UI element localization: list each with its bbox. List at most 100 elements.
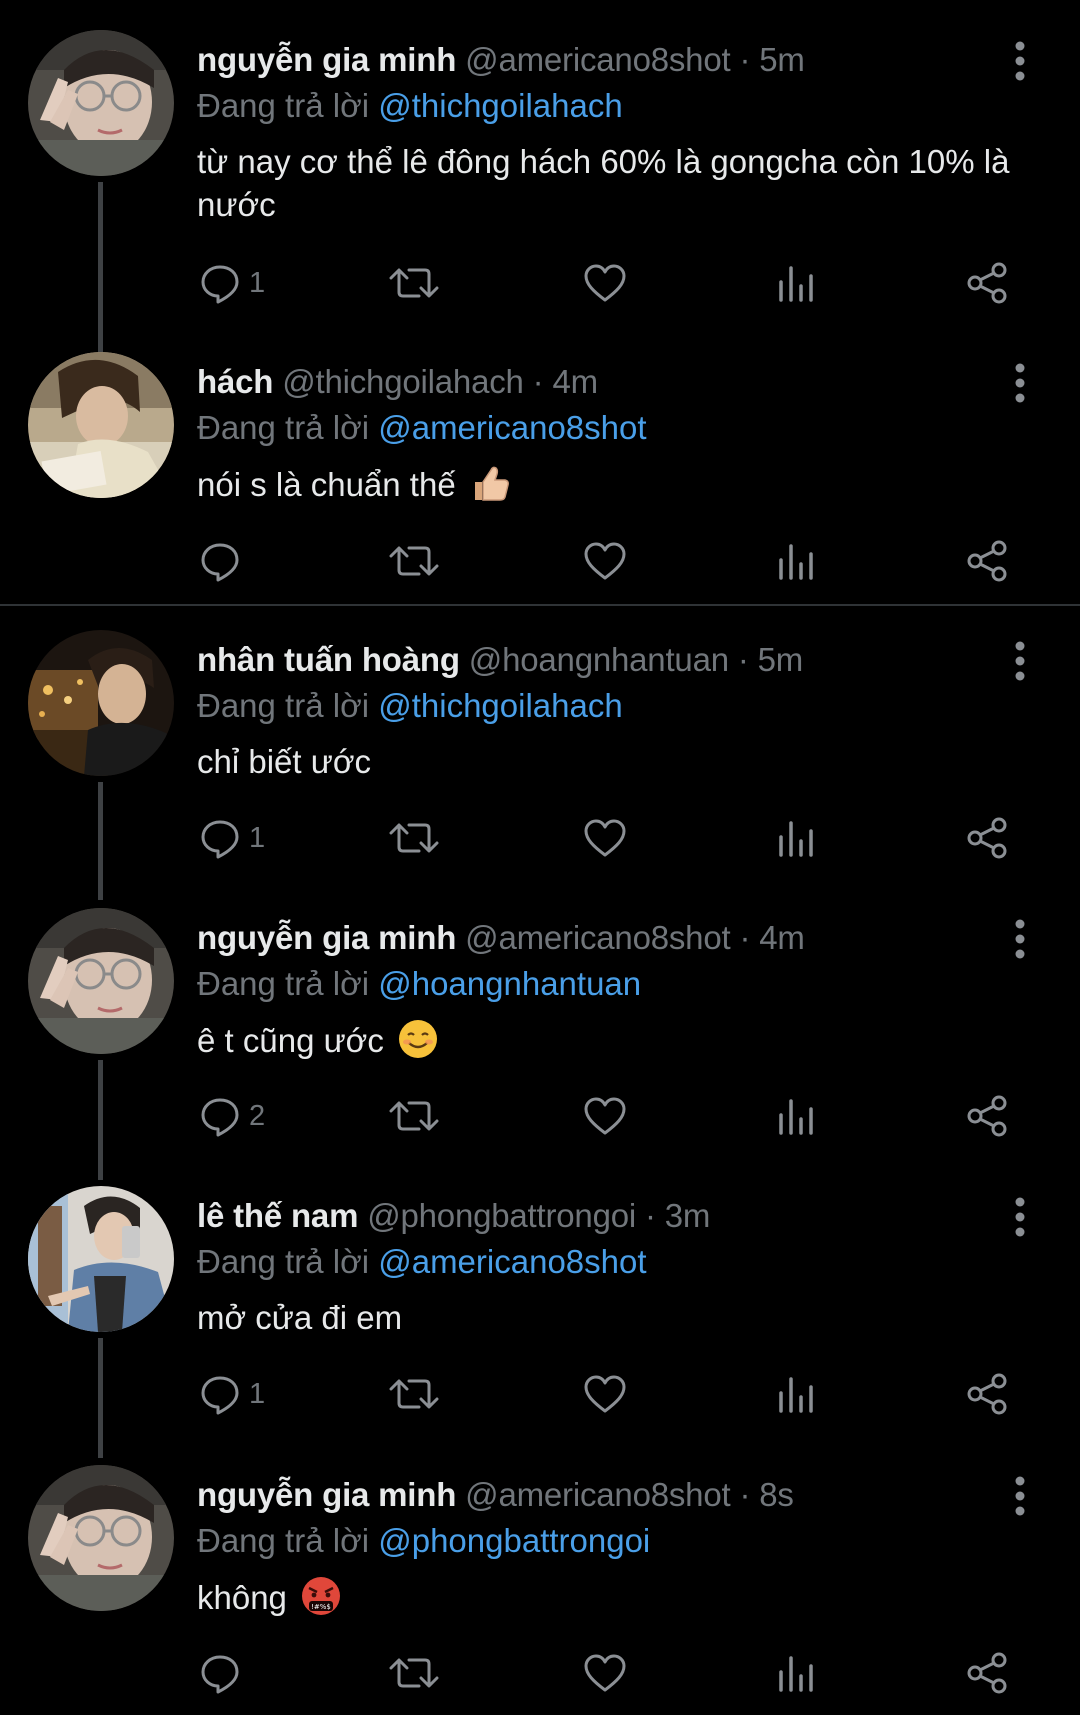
- retweet-button[interactable]: [389, 253, 439, 313]
- display-name[interactable]: hách: [197, 363, 273, 400]
- user-handle[interactable]: @americano8shot: [465, 919, 731, 956]
- timestamp[interactable]: 4m: [759, 919, 805, 956]
- like-button[interactable]: [583, 531, 627, 591]
- smiling-face-emoji-icon: [399, 1020, 437, 1058]
- replying-to-handle-link[interactable]: @americano8shot: [378, 1243, 646, 1280]
- display-name[interactable]: nguyễn gia minh: [197, 41, 456, 78]
- avatar[interactable]: [28, 630, 174, 776]
- separator-dot: ·: [737, 641, 749, 678]
- reply-count: 2: [249, 1099, 266, 1132]
- more-options-button[interactable]: [1002, 914, 1038, 964]
- like-button[interactable]: [583, 808, 627, 868]
- tweet-actions: [0, 1643, 1080, 1703]
- separator-dot: ·: [739, 1476, 751, 1513]
- retweet-button[interactable]: [389, 531, 439, 591]
- views-button[interactable]: [777, 1086, 815, 1146]
- tweet-actions: [0, 531, 1080, 591]
- replying-to-handle-link[interactable]: @phongbattrongoi: [378, 1522, 650, 1559]
- share-button[interactable]: [965, 253, 1009, 313]
- share-button[interactable]: [965, 808, 1009, 868]
- separator-dot: ·: [532, 363, 544, 400]
- replying-to-handle-link[interactable]: @thichgoilahach: [378, 87, 623, 124]
- retweet-icon: [389, 1379, 439, 1409]
- replying-to-line: Đang trả lời @thichgoilahach: [197, 684, 623, 728]
- tweet-header: nguyễn gia minh @americano8shot · 4m: [197, 916, 805, 960]
- avatar[interactable]: [28, 1465, 174, 1611]
- more-options-button[interactable]: [1002, 1471, 1038, 1521]
- replying-to-handle-link[interactable]: @thichgoilahach: [378, 687, 623, 724]
- reply-button[interactable]: 2: [199, 1086, 265, 1146]
- retweet-button[interactable]: [389, 1643, 439, 1703]
- more-options-button[interactable]: [1002, 358, 1038, 408]
- tweet-actions: 1: [0, 808, 1080, 868]
- heart-icon: [584, 264, 626, 302]
- display-name[interactable]: nhân tuấn hoàng: [197, 641, 460, 678]
- replying-to-label: Đang trả lời: [197, 1243, 370, 1280]
- tweet-header: nguyễn gia minh @americano8shot · 8s: [197, 1473, 794, 1517]
- retweet-button[interactable]: [389, 808, 439, 868]
- retweet-button[interactable]: [389, 1364, 439, 1424]
- retweet-button[interactable]: [389, 1086, 439, 1146]
- tweet-text-content: không: [197, 1579, 287, 1616]
- tweet-text: từ nay cơ thể lê đông hách 60% là gongch…: [197, 143, 1010, 223]
- share-button[interactable]: [965, 1086, 1009, 1146]
- avatar[interactable]: [28, 352, 174, 498]
- replying-to-handle-link[interactable]: @americano8shot: [378, 409, 646, 446]
- tweet-text-content: ê t cũng ước: [197, 1022, 384, 1059]
- tweet-text: nói s là chuẩn thế: [197, 462, 1027, 506]
- reply-button[interactable]: [199, 1643, 249, 1703]
- avatar[interactable]: [28, 1186, 174, 1332]
- user-handle[interactable]: @thichgoilahach: [282, 363, 524, 400]
- more-options-button[interactable]: [1002, 36, 1038, 86]
- timestamp[interactable]: 5m: [758, 641, 804, 678]
- reply-button[interactable]: 1: [199, 253, 265, 313]
- reply-icon: [201, 1376, 239, 1415]
- share-button[interactable]: [965, 1643, 1009, 1703]
- retweet-icon: [389, 1658, 439, 1688]
- user-handle[interactable]: @hoangnhantuan: [469, 641, 729, 678]
- timestamp[interactable]: 8s: [759, 1476, 794, 1513]
- reply-icon: [201, 1655, 239, 1694]
- display-name[interactable]: lê thế nam: [197, 1197, 358, 1234]
- display-name[interactable]: nguyễn gia minh: [197, 1476, 456, 1513]
- reply-icon: [201, 265, 239, 304]
- thread-divider: [0, 604, 1080, 606]
- tweet-header: lê thế nam @phongbattrongoi · 3m: [197, 1194, 710, 1238]
- reply-button[interactable]: 1: [199, 808, 265, 868]
- more-vertical-icon: [1015, 919, 1025, 959]
- views-button[interactable]: [777, 531, 815, 591]
- timestamp[interactable]: 3m: [665, 1197, 711, 1234]
- share-button[interactable]: [965, 531, 1009, 591]
- replying-to-handle-link[interactable]: @hoangnhantuan: [378, 965, 641, 1002]
- like-button[interactable]: [583, 253, 627, 313]
- views-button[interactable]: [777, 1364, 815, 1424]
- reply-button[interactable]: [199, 531, 249, 591]
- more-options-button[interactable]: [1002, 636, 1038, 686]
- user-handle[interactable]: @phongbattrongoi: [367, 1197, 636, 1234]
- replying-to-line: Đang trả lời @phongbattrongoi: [197, 1519, 650, 1563]
- timestamp[interactable]: 4m: [552, 363, 598, 400]
- more-options-button[interactable]: [1002, 1192, 1038, 1242]
- share-button[interactable]: [965, 1364, 1009, 1424]
- user-handle[interactable]: @americano8shot: [465, 41, 731, 78]
- tweet-text: ê t cũng ước: [197, 1018, 1027, 1062]
- views-button[interactable]: [777, 1643, 815, 1703]
- reply-button[interactable]: 1: [199, 1364, 265, 1424]
- replying-to-line: Đang trả lời @americano8shot: [197, 1240, 647, 1284]
- user-handle[interactable]: @americano8shot: [465, 1476, 731, 1513]
- tweet-text-content: nói s là chuẩn thế: [197, 466, 456, 503]
- views-button[interactable]: [777, 253, 815, 313]
- timestamp[interactable]: 5m: [759, 41, 805, 78]
- like-button[interactable]: [583, 1643, 627, 1703]
- views-button[interactable]: [777, 808, 815, 868]
- avatar[interactable]: [28, 30, 174, 176]
- replying-to-label: Đang trả lời: [197, 1522, 370, 1559]
- reply-icon: [201, 543, 239, 582]
- like-button[interactable]: [583, 1086, 627, 1146]
- like-button[interactable]: [583, 1364, 627, 1424]
- avatar[interactable]: [28, 908, 174, 1054]
- reply-icon: [201, 820, 239, 859]
- replying-to-line: Đang trả lời @americano8shot: [197, 406, 647, 450]
- bar-chart-icon: [779, 1377, 813, 1413]
- display-name[interactable]: nguyễn gia minh: [197, 919, 456, 956]
